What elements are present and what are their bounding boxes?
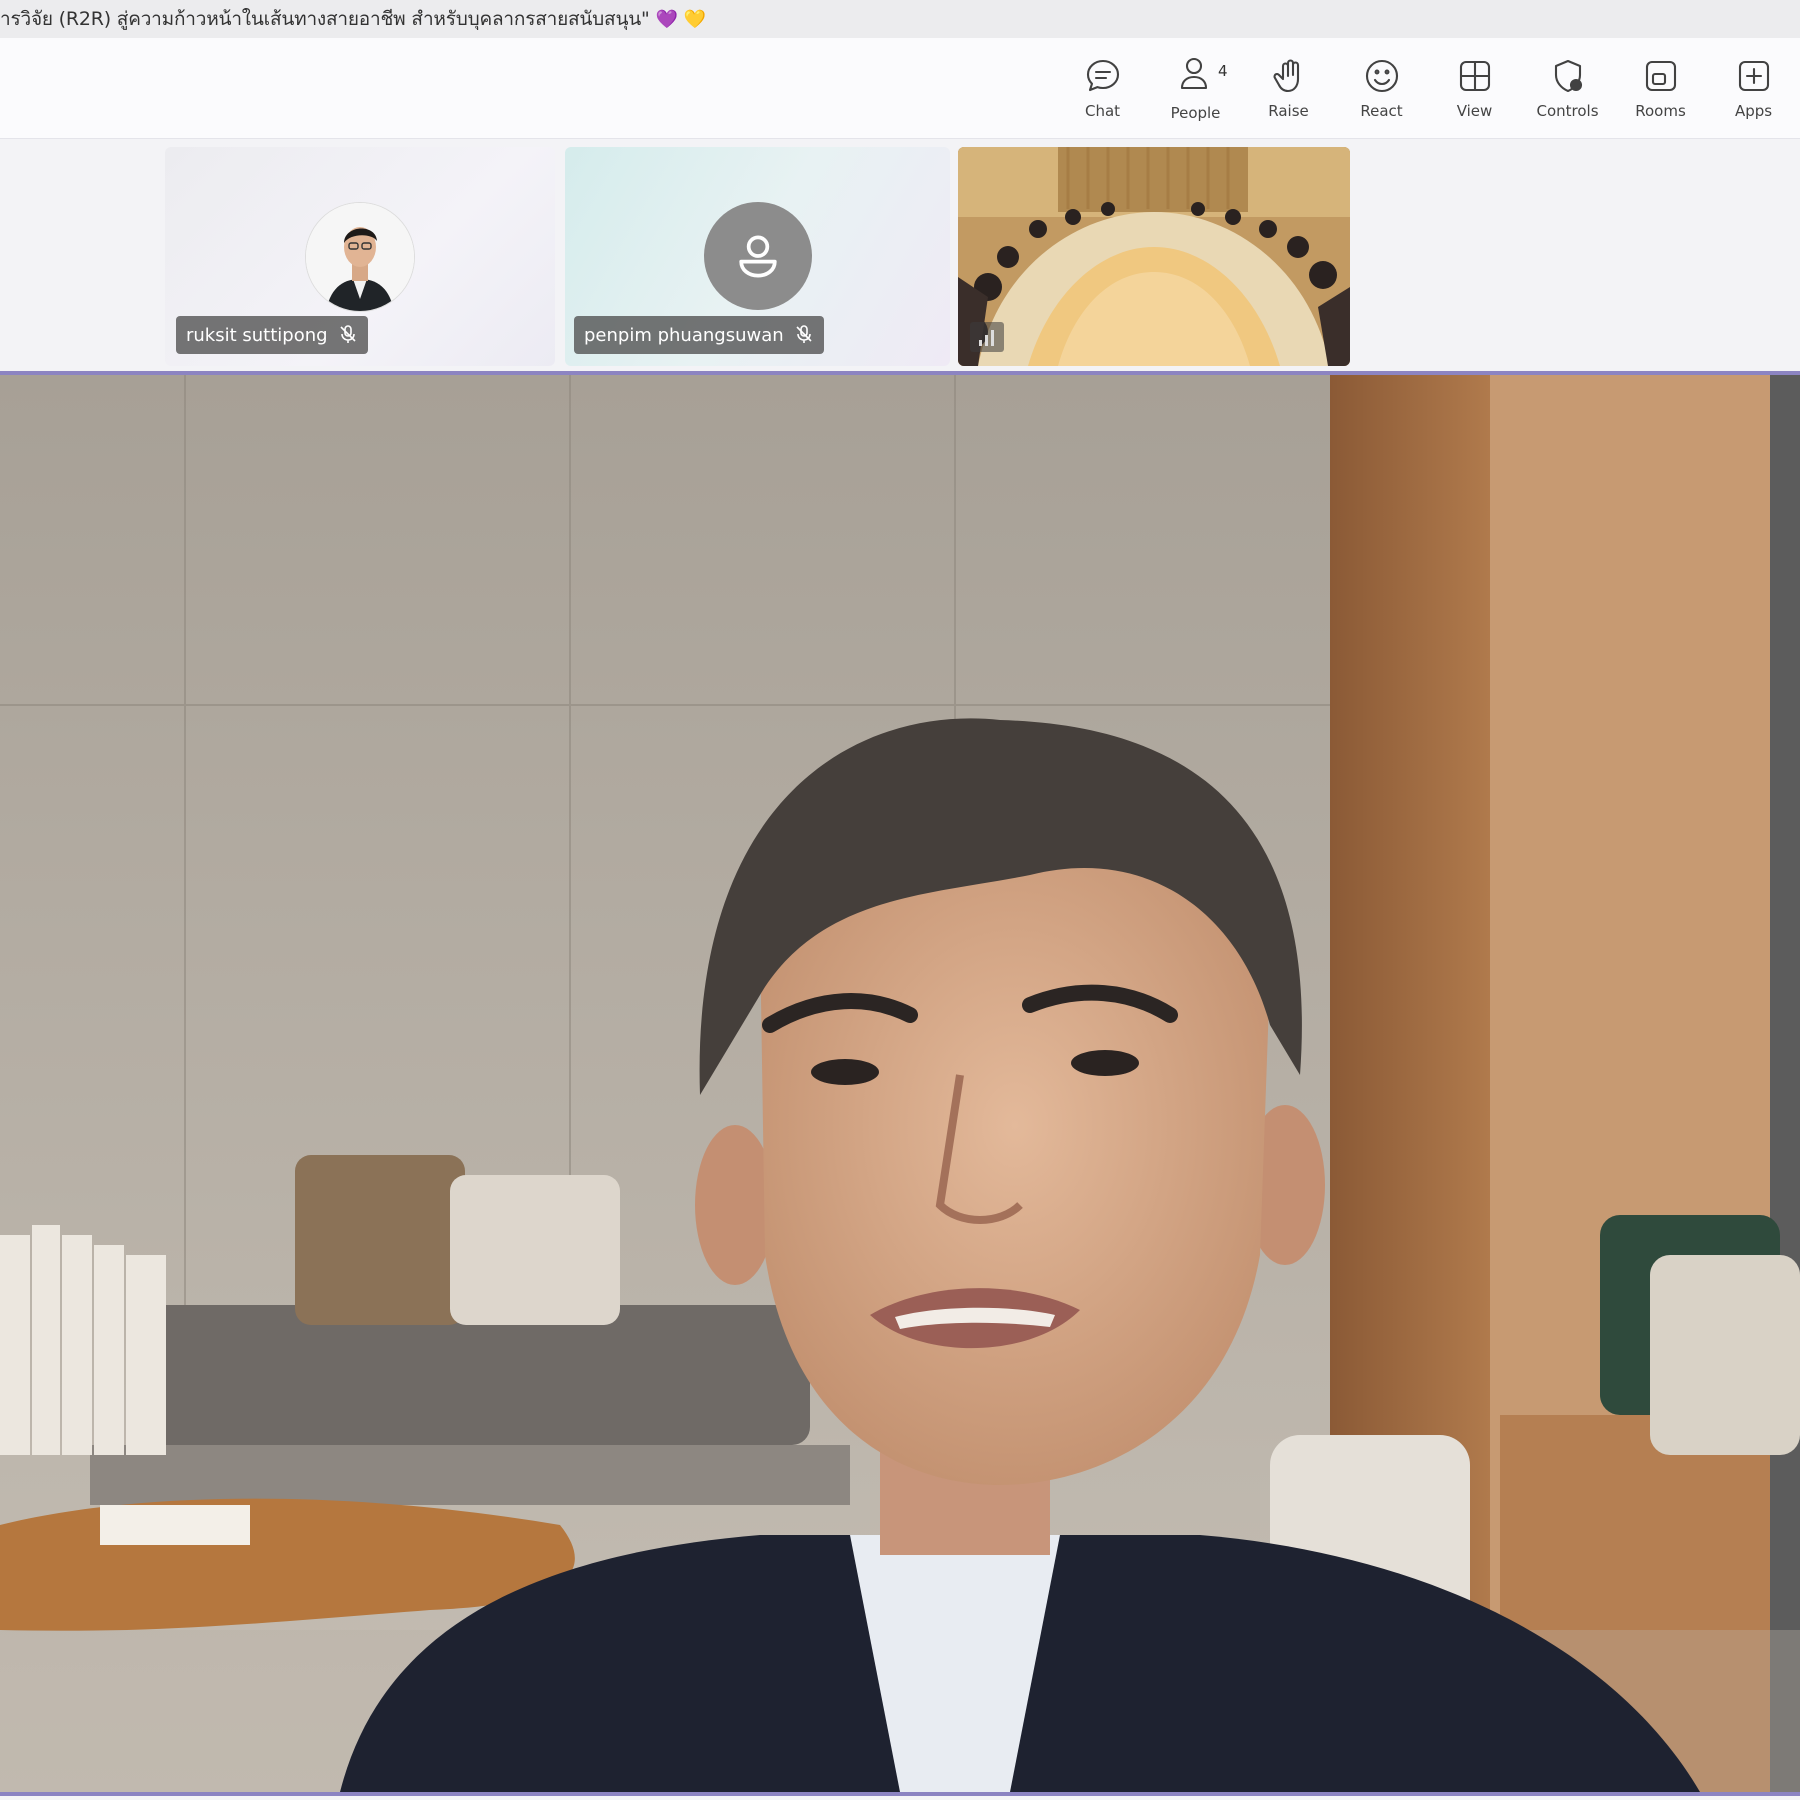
participant-tile[interactable]: penpim phuangsuwan [565, 147, 950, 366]
meeting-toolbar: Chat 4 People Raise React View Controls [0, 38, 1800, 139]
controls-icon [1554, 59, 1582, 93]
hand-icon [1272, 59, 1299, 93]
rooms-icon [1645, 60, 1676, 92]
participant-name-tag: ruksit suttipong [176, 316, 368, 354]
react-label: React [1360, 102, 1403, 120]
people-button[interactable]: 4 People [1149, 43, 1242, 133]
room-video-tile[interactable] [958, 147, 1350, 366]
chat-label: Chat [1084, 102, 1121, 120]
rooms-label: Rooms [1635, 102, 1686, 120]
people-icon [1180, 57, 1207, 90]
controls-label: Controls [1536, 102, 1599, 120]
rooms-button[interactable]: Rooms [1614, 43, 1707, 133]
main-speaker-video[interactable] [0, 371, 1800, 1796]
people-label: People [1170, 104, 1221, 122]
controls-button[interactable]: Controls [1521, 43, 1614, 133]
title-emoji: 💜 💛 [655, 8, 707, 30]
smile-icon [1365, 59, 1398, 93]
mic-off-icon [796, 325, 812, 343]
react-button[interactable]: React [1335, 43, 1428, 133]
mic-off-icon [340, 325, 356, 343]
view-label: View [1456, 102, 1493, 120]
avatar [305, 202, 415, 312]
chat-icon [1086, 59, 1119, 92]
apps-button[interactable]: Apps [1707, 43, 1800, 133]
conference-room-video [958, 147, 1350, 366]
participant-name: ruksit suttipong [186, 324, 328, 346]
default-avatar-icon [703, 202, 812, 310]
chat-button[interactable]: Chat [1056, 43, 1149, 133]
grid-icon [1459, 60, 1490, 92]
speaker-video-frame [0, 375, 1800, 1792]
plus-icon [1738, 60, 1769, 92]
meeting-title-bar: ารวิจัย (R2R) สู่ความก้าวหน้าในเส้นทางสา… [0, 0, 1800, 39]
people-count-badge: 4 [1217, 62, 1228, 80]
view-button[interactable]: View [1428, 43, 1521, 133]
participant-gallery: ruksit suttipong penpim phuangsuwan [0, 139, 1800, 371]
raise-hand-button[interactable]: Raise [1242, 43, 1335, 133]
meeting-title: ารวิจัย (R2R) สู่ความก้าวหน้าในเส้นทางสา… [0, 8, 650, 30]
participant-name-tag: penpim phuangsuwan [574, 316, 824, 354]
apps-label: Apps [1734, 102, 1773, 120]
participant-tile[interactable]: ruksit suttipong [165, 147, 555, 366]
raise-label: Raise [1268, 102, 1309, 120]
signal-icon [970, 322, 1004, 352]
participant-name: penpim phuangsuwan [584, 324, 784, 346]
